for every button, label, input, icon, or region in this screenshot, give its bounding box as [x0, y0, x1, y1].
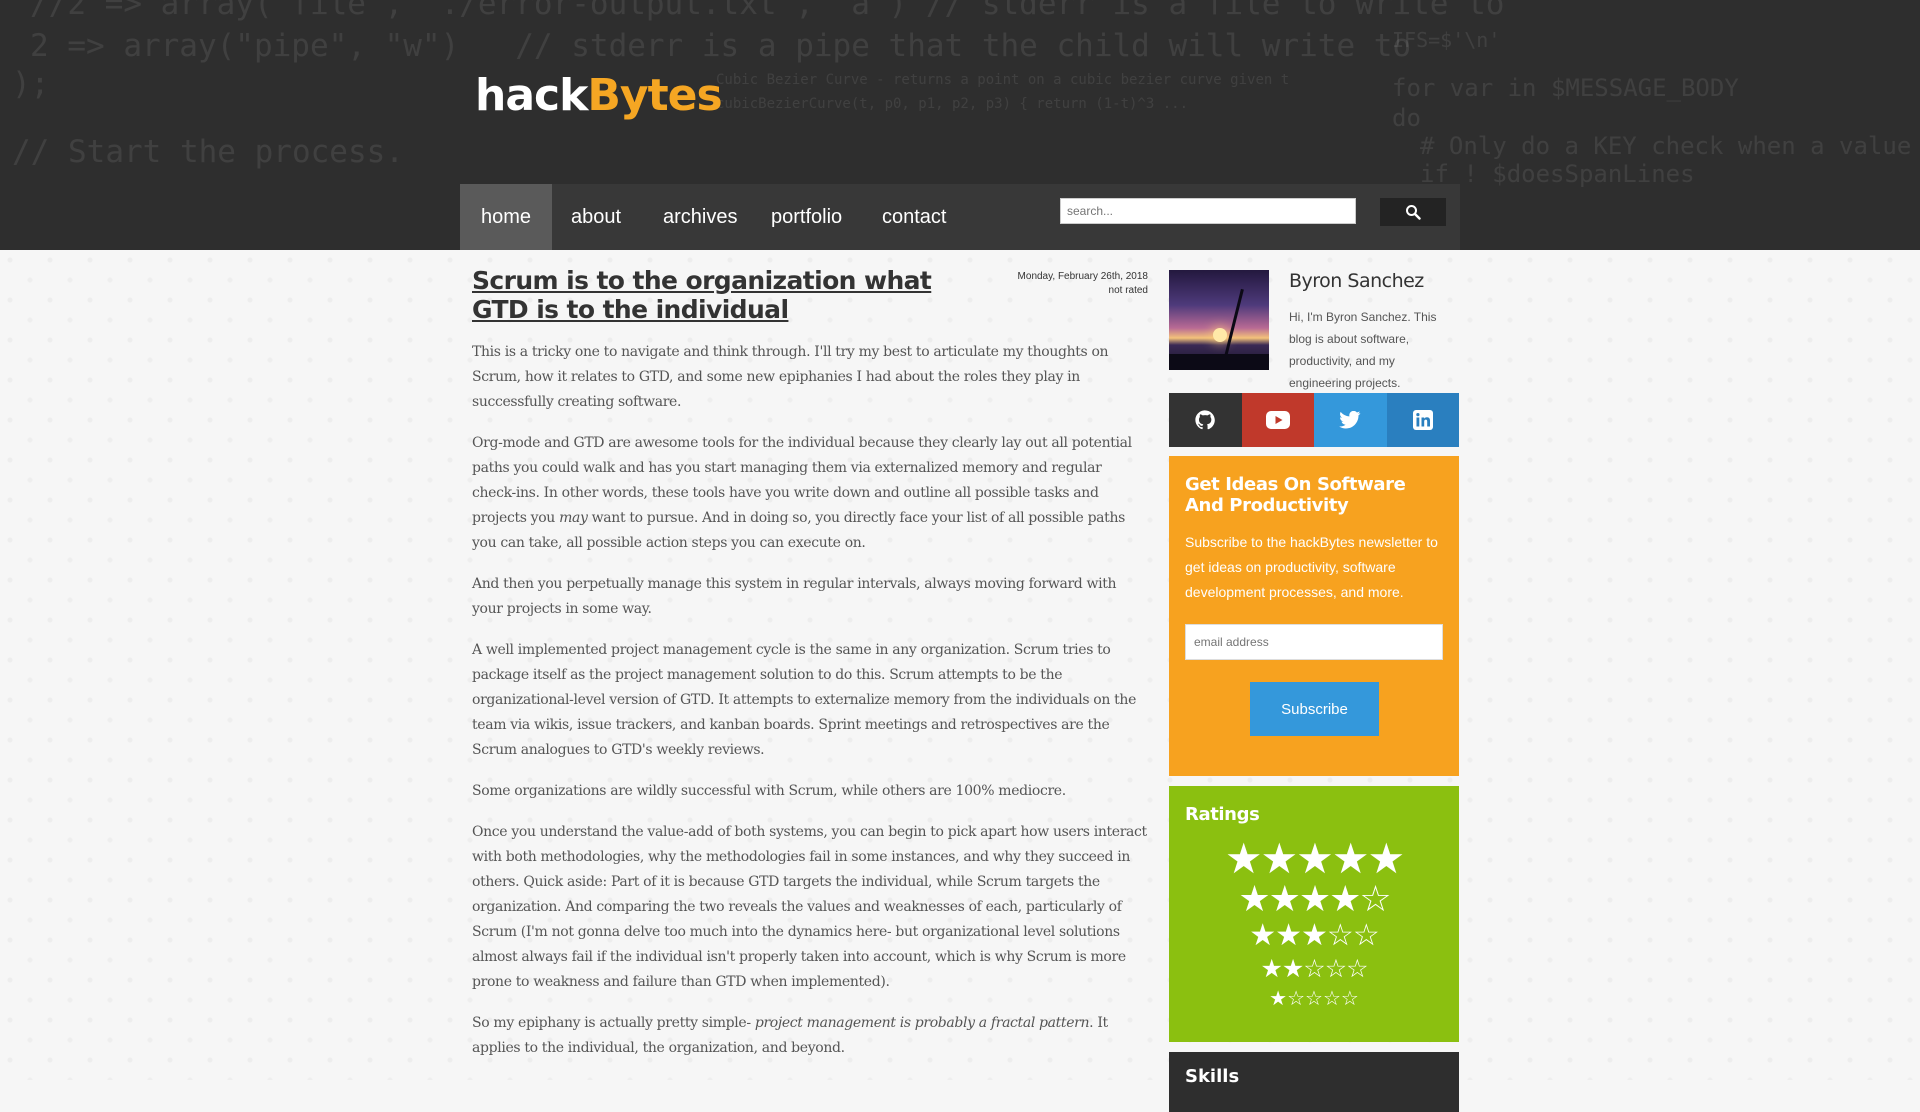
logo-text-hack: hack [475, 70, 588, 121]
article-paragraph: So my epiphany is actually pretty simple… [472, 1011, 1148, 1061]
skills-panel: Skills [1169, 1052, 1459, 1112]
code-line: for var in $MESSAGE_BODY [1392, 74, 1739, 102]
twitter-icon [1339, 411, 1361, 429]
github-link[interactable] [1169, 393, 1242, 447]
newsletter-description: Subscribe to the hackBytes newsletter to… [1185, 534, 1438, 600]
newsletter-title: Get Ideas On Software And Productivity [1185, 474, 1406, 516]
nav-item-contact[interactable]: contact [861, 184, 967, 250]
post-meta: Monday, February 26th, 2018 not rated [1018, 270, 1148, 298]
ratings-title: Ratings [1185, 804, 1260, 825]
article-paragraph: Org-mode and GTD are awesome tools for t… [472, 431, 1148, 556]
rating-filter-4[interactable]: ★★★★☆ [1169, 882, 1459, 918]
rating-filter-2[interactable]: ★★☆☆☆ [1169, 956, 1459, 981]
github-icon [1195, 410, 1216, 430]
code-line: IFS=$'\n' [1392, 28, 1501, 52]
twitter-link[interactable] [1314, 393, 1387, 447]
code-line: if ! $doesSpanLines [1420, 160, 1695, 188]
author-photo [1169, 270, 1269, 370]
search-button[interactable] [1380, 198, 1446, 226]
article-paragraph: Some organizations are wildly successful… [472, 783, 1066, 799]
rating-filter-5[interactable]: ★★★★★ [1169, 838, 1459, 880]
linkedin-icon [1412, 410, 1433, 430]
rating-filter-3[interactable]: ★★★☆☆ [1169, 921, 1459, 951]
hull-shape [1169, 354, 1269, 370]
article-paragraph: This is a tricky one to navigate and thi… [472, 344, 1109, 410]
youtube-icon [1265, 411, 1290, 429]
search-input[interactable] [1060, 198, 1356, 224]
post-date: Monday, February 26th, 2018 [1017, 271, 1148, 282]
article: Scrum is to the organization what GTD is… [472, 266, 1148, 1077]
code-line: // Start the process. [12, 134, 404, 170]
code-line: do [1392, 104, 1421, 132]
code-line: # Only do a KEY check when a value [1420, 132, 1912, 160]
nav-item-archives[interactable]: archives [642, 184, 758, 250]
linkedin-link[interactable] [1386, 393, 1459, 447]
ratings-panel: Ratings ★★★★★ ★★★★☆ ★★★☆☆ ★★☆☆☆ ★☆☆☆☆ [1169, 786, 1459, 1042]
article-paragraph: And then you perpetually manage this sys… [472, 576, 1117, 617]
code-line: cubicBezierCurve(t, p0, p1, p2, p3) { re… [716, 96, 1189, 112]
author-name: Byron Sanchez [1289, 270, 1424, 292]
author-bio: Hi, I'm Byron Sanchez. This blog is abou… [1289, 310, 1437, 390]
site-header: //2 => array("file", "./error-output.txt… [0, 0, 1920, 250]
email-field[interactable] [1185, 624, 1443, 660]
emphasis-text: may [559, 510, 588, 526]
article-paragraph: A well implemented project management cy… [472, 642, 1136, 758]
emphasis-text: project management is probably a fractal… [754, 1015, 1090, 1031]
social-links [1169, 393, 1459, 447]
code-line: Cubic Bezier Curve - returns a point on … [716, 72, 1290, 88]
paragraph-text: So my epiphany is actually pretty simple… [472, 1015, 755, 1031]
nav-item-portfolio[interactable]: portfolio [750, 184, 863, 250]
youtube-link[interactable] [1241, 393, 1314, 447]
main-navbar: home about archives portfolio contact [460, 184, 1460, 250]
subscribe-button[interactable]: Subscribe [1250, 682, 1379, 736]
article-paragraph: Once you understand the value-add of bot… [472, 824, 1147, 990]
sun-shape [1213, 328, 1227, 342]
search-icon [1406, 205, 1421, 220]
code-line: //2 => array("file", "./error-output.txt… [30, 0, 1505, 22]
rating-filter-1[interactable]: ★☆☆☆☆ [1169, 988, 1459, 1008]
code-line: 2 => array("pipe", "w") // stderr is a p… [30, 28, 1412, 64]
newsletter-panel: Get Ideas On Software And Productivity S… [1169, 456, 1459, 776]
post-title-link[interactable]: Scrum is to the organization what GTD is… [472, 266, 992, 324]
site-logo[interactable]: hackBytes [475, 70, 723, 121]
logo-text-bytes: Bytes [587, 70, 722, 121]
code-line: ); [12, 66, 50, 102]
post-rating-status: not rated [1108, 285, 1148, 296]
skills-title: Skills [1185, 1066, 1240, 1087]
nav-item-about[interactable]: about [550, 184, 642, 250]
nav-item-home[interactable]: home [460, 184, 553, 250]
